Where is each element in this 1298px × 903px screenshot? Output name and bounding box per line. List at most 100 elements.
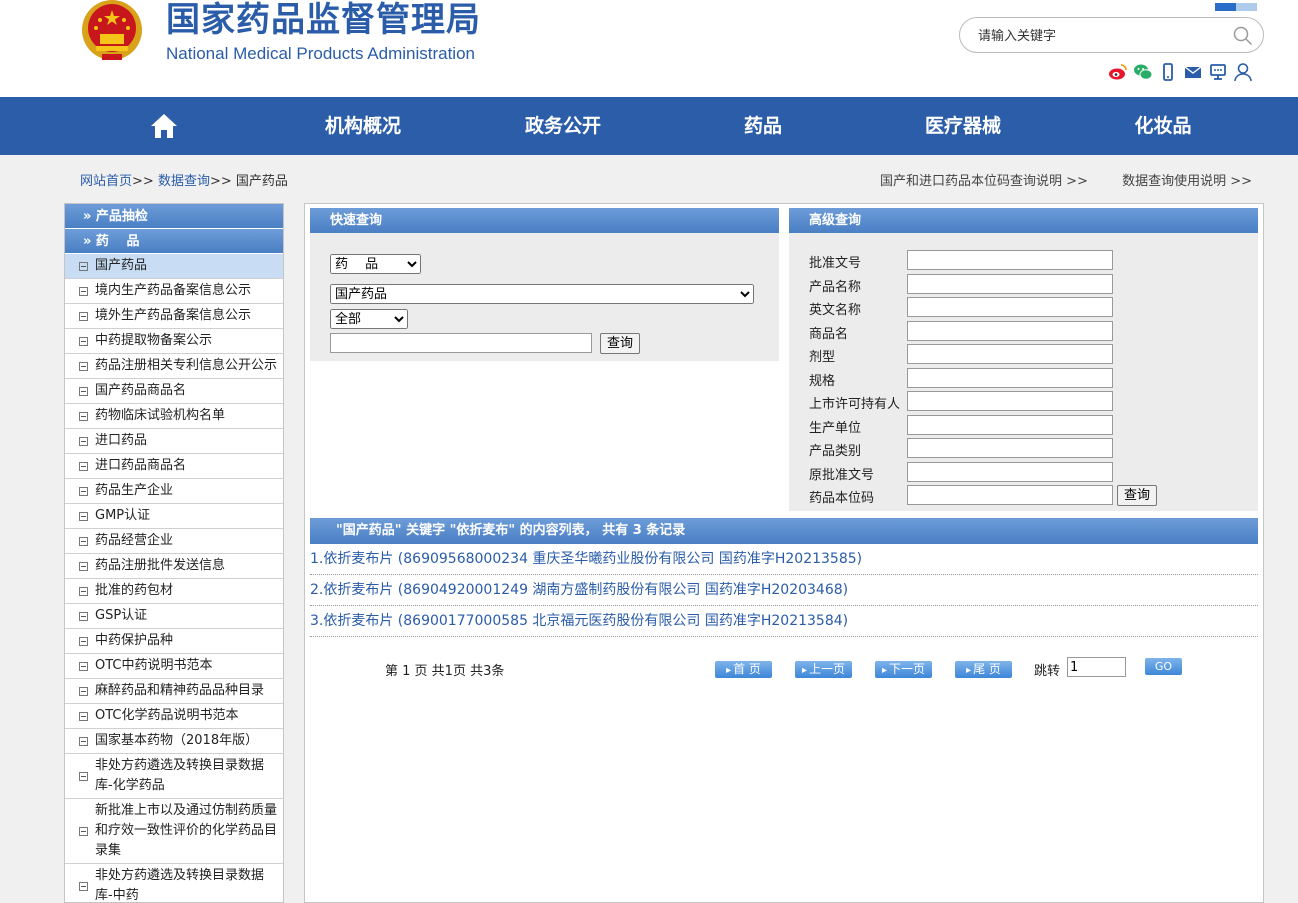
sidebar-item[interactable]: 国产药品	[65, 254, 283, 279]
sidebar-item[interactable]: 进口药品商品名	[65, 454, 283, 479]
breadcrumb-current: 国产药品	[235, 174, 288, 189]
jump-label: 跳转	[1034, 664, 1061, 679]
sidebar-item-label: 麻醉药品和精神药品品种目录	[95, 683, 265, 698]
feedback-icon[interactable]	[1208, 62, 1228, 82]
prev-page-button[interactable]: 上一页	[795, 661, 852, 678]
mobile-icon[interactable]	[1158, 62, 1178, 82]
advanced-search-title: 高级查询	[789, 208, 1258, 233]
category-select[interactable]: 药 品	[330, 254, 421, 274]
advanced-field-label: 英文名称	[809, 303, 862, 318]
help-links: 国产和进口药品本位码查询说明 >> 数据查询使用说明 >>	[850, 170, 1252, 189]
breadcrumb-data-query[interactable]: 数据查询	[158, 174, 210, 189]
sidebar-item[interactable]: GSP认证	[65, 604, 283, 629]
sidebar-item-label: 非处方药遴选及转换目录数据库-中药	[95, 868, 265, 903]
expand-box-icon	[79, 586, 88, 596]
advanced-field-input[interactable]	[907, 485, 1113, 505]
advanced-field-label: 批准文号	[809, 256, 862, 271]
sidebar-item[interactable]: 进口药品	[65, 429, 283, 454]
sidebar-item[interactable]: 药品经营企业	[65, 529, 283, 554]
weibo-icon[interactable]	[1108, 62, 1128, 82]
mail-icon[interactable]	[1183, 62, 1203, 82]
nav-item-organization[interactable]: 机构概况	[303, 97, 423, 155]
expand-box-icon	[79, 881, 88, 891]
expand-box-icon	[79, 411, 88, 421]
search-icon[interactable]	[1233, 26, 1253, 46]
sidebar-item[interactable]: GMP认证	[65, 504, 283, 529]
sidebar-head-inspection[interactable]: » 产品抽检	[65, 204, 283, 229]
advanced-field-input[interactable]	[907, 367, 1113, 388]
advanced-field-input[interactable]	[907, 438, 1113, 458]
user-icon[interactable]	[1233, 62, 1253, 82]
nav-item-devices[interactable]: 医疗器械	[903, 97, 1023, 155]
jump-page-input[interactable]	[1067, 657, 1126, 677]
last-page-button[interactable]: 尾 页	[955, 661, 1012, 678]
sidebar-item[interactable]: 中药保护品种	[65, 629, 283, 654]
expand-box-icon	[79, 386, 88, 396]
quick-search-input[interactable]	[330, 333, 592, 353]
nav-item-cosmetics[interactable]: 化妆品	[1113, 97, 1213, 155]
database-select[interactable]: 国产药品	[330, 284, 754, 304]
sidebar-item[interactable]: 境外生产药品备案信息公示	[65, 304, 283, 329]
main-content: 快速查询 药 品 国产药品 全部 查询 高级查询 批准文号 产品名称 英文名称 商品名…	[304, 203, 1264, 903]
first-page-button[interactable]: 首 页	[715, 661, 772, 678]
sidebar-item[interactable]: 国家基本药物（2018年版）	[65, 729, 283, 754]
wechat-icon[interactable]	[1133, 62, 1153, 82]
home-icon[interactable]	[150, 113, 178, 139]
advanced-field-input[interactable]	[907, 344, 1113, 364]
go-button[interactable]: GO	[1145, 658, 1182, 675]
sidebar-item[interactable]: 药品生产企业	[65, 479, 283, 504]
top-tabs[interactable]	[1215, 0, 1259, 11]
quick-search-button[interactable]: 查询	[600, 333, 641, 354]
result-item[interactable]: 3.依折麦布片 (86900177000585 北京福元医药股份有限公司 国药准…	[310, 606, 1258, 637]
expand-box-icon	[79, 771, 88, 781]
nav-item-drugs[interactable]: 药品	[723, 97, 803, 155]
advanced-search-button[interactable]: 查询	[1117, 485, 1158, 506]
social-links	[1108, 62, 1253, 82]
advanced-field-input[interactable]	[907, 391, 1113, 411]
site-header: 国家药品监督管理局 National Medical Products Admi…	[0, 0, 1298, 97]
advanced-field-label: 生产单位	[809, 420, 862, 436]
sidebar-item[interactable]: OTC中药说明书范本	[65, 654, 283, 679]
sidebar-item[interactable]: 新批准上市以及通过仿制药质量和疗效一致性评价的化学药品目录集	[65, 799, 283, 864]
help-link-code-query[interactable]: 国产和进口药品本位码查询说明 >>	[880, 174, 1088, 189]
help-link-data-query[interactable]: 数据查询使用说明 >>	[1122, 174, 1252, 189]
sidebar-head-drugs[interactable]: » 药 品	[65, 229, 283, 254]
advanced-field-input[interactable]	[907, 273, 1113, 294]
breadcrumb-home[interactable]: 网站首页	[80, 174, 132, 189]
field-select[interactable]: 全部	[330, 309, 408, 329]
sidebar-item[interactable]: 境内生产药品备案信息公示	[65, 279, 283, 304]
sidebar-item-label: OTC化学药品说明书范本	[95, 708, 239, 723]
sidebar-item[interactable]: 药品注册相关专利信息公开公示	[65, 354, 283, 379]
sidebar-item[interactable]: 麻醉药品和精神药品品种目录	[65, 679, 283, 704]
advanced-field-input[interactable]	[907, 250, 1113, 270]
sidebar-item[interactable]: 中药提取物备案公示	[65, 329, 283, 354]
expand-box-icon	[79, 461, 88, 471]
sidebar-item-label: 新批准上市以及通过仿制药质量和疗效一致性评价的化学药品目录集	[95, 803, 278, 858]
sidebar-item-label: 药物临床试验机构名单	[95, 408, 226, 423]
sidebar-item[interactable]: 批准的药包材	[65, 579, 283, 604]
site-title-en[interactable]: National Medical Products Administration	[166, 44, 475, 64]
sidebar-item[interactable]: 国产药品商品名	[65, 379, 283, 404]
expand-box-icon	[79, 486, 88, 496]
advanced-field-input[interactable]	[907, 320, 1113, 341]
advanced-field-input[interactable]	[907, 414, 1113, 435]
next-page-button[interactable]: 下一页	[875, 661, 932, 678]
advanced-field-label: 剂型	[809, 350, 836, 365]
advanced-field-input[interactable]	[907, 297, 1113, 317]
advanced-field-input[interactable]	[907, 461, 1113, 482]
sidebar-item[interactable]: 药物临床试验机构名单	[65, 404, 283, 429]
sidebar-item-label: 批准的药包材	[95, 583, 174, 598]
nav-item-government[interactable]: 政务公开	[503, 97, 623, 155]
sidebar-item-label: 非处方药遴选及转换目录数据库-化学药品	[95, 758, 265, 793]
sidebar-item[interactable]: 非处方药遴选及转换目录数据库-中药	[65, 864, 283, 903]
sidebar-item[interactable]: OTC化学药品说明书范本	[65, 704, 283, 729]
site-title-cn[interactable]: 国家药品监督管理局	[166, 0, 481, 40]
sidebar-item-label: 国家基本药物（2018年版）	[95, 733, 259, 748]
search-input[interactable]	[978, 26, 1218, 46]
sidebar-item-label: 药品生产企业	[95, 483, 174, 498]
result-item[interactable]: 1.依折麦布片 (86909568000234 重庆圣华曦药业股份有限公司 国药…	[310, 544, 1258, 575]
result-item[interactable]: 2.依折麦布片 (86904920001249 湖南方盛制药股份有限公司 国药准…	[310, 575, 1258, 606]
sidebar-item[interactable]: 非处方药遴选及转换目录数据库-化学药品	[65, 754, 283, 799]
sidebar-item[interactable]: 药品注册批件发送信息	[65, 554, 283, 579]
advanced-field-label: 商品名	[809, 326, 849, 342]
